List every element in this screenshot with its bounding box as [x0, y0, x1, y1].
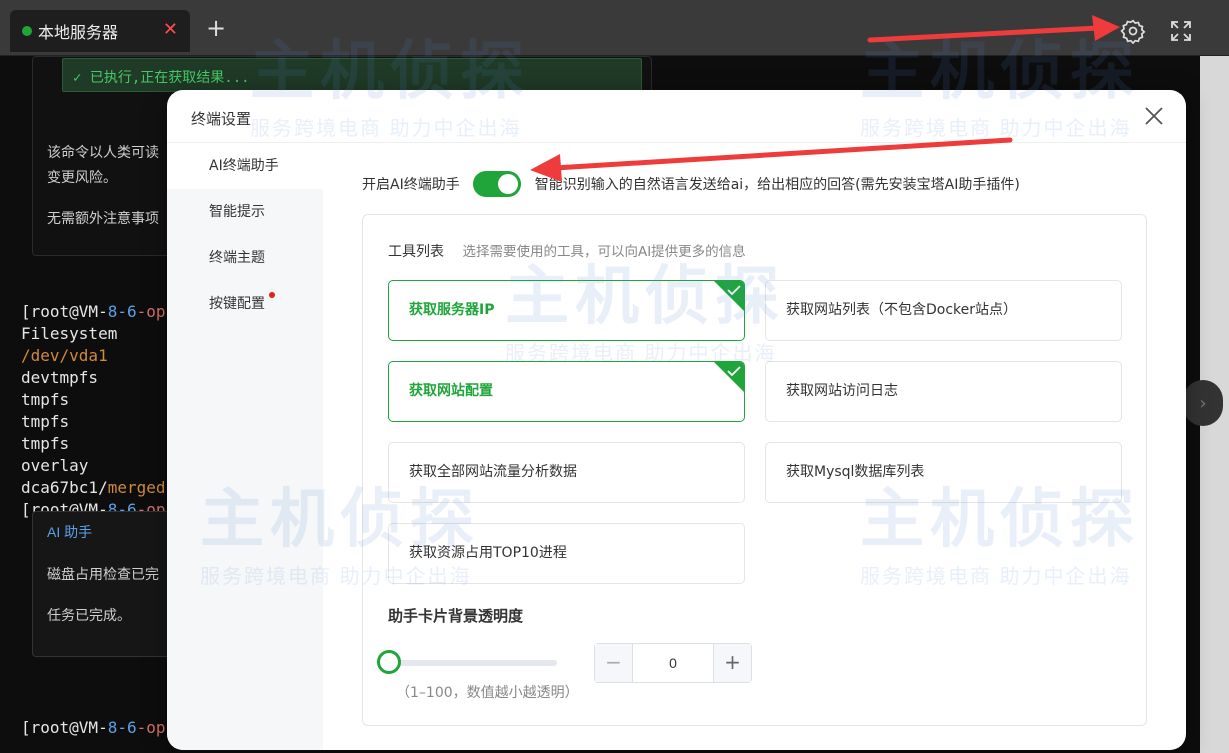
status-dot	[22, 26, 32, 36]
sidebar-item-ai-assistant[interactable]: AI终端助手	[167, 143, 323, 189]
ai-card-line-2: 任务已完成。	[47, 607, 131, 623]
ai-card-line-1: 磁盘占用检查已完	[47, 566, 159, 582]
ai-assistant-toggle[interactable]	[472, 171, 521, 197]
toggle-knob	[497, 174, 518, 194]
opacity-hint: （1–100，数值越小越透明）	[396, 685, 579, 701]
sidebar-item-theme[interactable]: 终端主题	[167, 235, 323, 281]
tool-option[interactable]: 获取网站访问日志	[765, 361, 1122, 422]
opacity-stepper: − +	[594, 643, 752, 683]
terminal-line: [root@VM-8-6-op	[21, 718, 166, 737]
terminal-line: /dev/vda1	[21, 346, 108, 365]
tool-label: 获取资源占用TOP10进程	[409, 545, 567, 561]
tool-option[interactable]: 获取网站配置	[388, 361, 745, 422]
sidebar-item-smart-hints[interactable]: 智能提示	[167, 189, 323, 235]
checkmark-icon	[714, 281, 744, 311]
toggle-description: 智能识别输入的自然语言发送给ai，给出相应的回答(需先安装宝塔AI助手插件)	[534, 177, 1020, 193]
terminal-line: tmpfs	[21, 412, 70, 431]
desc-line-1: 该命令以人类可读	[47, 144, 159, 160]
terminal-line: devtmpfs	[21, 368, 99, 387]
terminal-line: dca67bc1/merged	[21, 478, 166, 497]
close-icon[interactable]	[1142, 104, 1166, 128]
tool-label: 获取网站列表（不包含Docker站点）	[786, 302, 1018, 318]
ai-toggle-row: 开启AI终端助手 智能识别输入的自然语言发送给ai，给出相应的回答(需先安装宝塔…	[362, 171, 1020, 197]
slider-track	[387, 660, 557, 666]
tools-subtitle: 选择需要使用的工具，可以向AI提供更多的信息	[462, 244, 746, 260]
checkmark-icon	[714, 362, 744, 392]
opacity-input[interactable]	[633, 644, 713, 682]
tools-title: 工具列表	[388, 244, 444, 260]
tool-option[interactable]: 获取全部网站流量分析数据	[388, 442, 745, 503]
desc-line-3: 无需额外注意事项	[47, 210, 159, 226]
close-icon[interactable]: ✕	[163, 19, 178, 40]
chevron-right-icon[interactable]: ›	[1183, 380, 1223, 426]
terminal-line: overlay	[21, 456, 89, 475]
exec-status: ✓ 已执行,正在获取结果...	[62, 58, 642, 92]
terminal-line: tmpfs	[21, 390, 70, 409]
terminal-settings-dialog: 终端设置 AI终端助手 智能提示 终端主题 按键配置 开启AI终端助手 智能识别…	[167, 90, 1186, 750]
terminal-line: [root@VM-8-6-op	[21, 302, 166, 321]
dialog-title: 终端设置	[191, 110, 252, 128]
fullscreen-icon[interactable]	[1170, 20, 1192, 42]
tools-panel: 工具列表 选择需要使用的工具，可以向AI提供更多的信息 获取服务器IP 获取网站…	[362, 214, 1147, 726]
decrement-button[interactable]: −	[595, 644, 633, 682]
add-tab-button[interactable]: +	[206, 16, 226, 40]
tool-label: 获取Mysql数据库列表	[786, 464, 925, 480]
sidebar-item-keybindings[interactable]: 按键配置	[167, 281, 323, 327]
tool-option[interactable]: 获取服务器IP	[388, 280, 745, 341]
tool-label: 获取服务器IP	[409, 302, 495, 318]
tool-option[interactable]: 获取Mysql数据库列表	[765, 442, 1122, 503]
settings-content: 开启AI终端助手 智能识别输入的自然语言发送给ai，给出相应的回答(需先安装宝塔…	[323, 143, 1186, 750]
dialog-header: 终端设置	[167, 90, 1186, 143]
tool-label: 获取网站访问日志	[786, 383, 898, 399]
tab-bar: 本地服务器 ✕ +	[0, 0, 1229, 56]
terminal-line: Filesystem	[21, 324, 118, 343]
tab-local-server[interactable]: 本地服务器 ✕	[10, 10, 190, 52]
desc-line-2: 变更风险。	[47, 169, 117, 185]
tools-header: 工具列表 选择需要使用的工具，可以向AI提供更多的信息	[388, 240, 746, 261]
opacity-slider[interactable]	[377, 650, 559, 676]
tool-label: 获取网站配置	[409, 383, 493, 399]
tool-label: 获取全部网站流量分析数据	[409, 464, 577, 480]
terminal-line: tmpfs	[21, 434, 70, 453]
opacity-label: 助手卡片背景透明度	[388, 607, 524, 625]
ai-card-title: AI 助手	[47, 524, 93, 540]
tab-title: 本地服务器	[38, 23, 119, 42]
increment-button[interactable]: +	[713, 644, 751, 682]
gear-icon[interactable]	[1120, 18, 1146, 44]
settings-sidebar: AI终端助手 智能提示 终端主题 按键配置	[167, 143, 323, 750]
tool-option[interactable]: 获取网站列表（不包含Docker站点）	[765, 280, 1122, 341]
notification-dot	[269, 292, 275, 298]
tool-option[interactable]: 获取资源占用TOP10进程	[388, 523, 745, 584]
slider-thumb[interactable]	[377, 650, 401, 674]
toggle-label: 开启AI终端助手	[362, 177, 460, 193]
